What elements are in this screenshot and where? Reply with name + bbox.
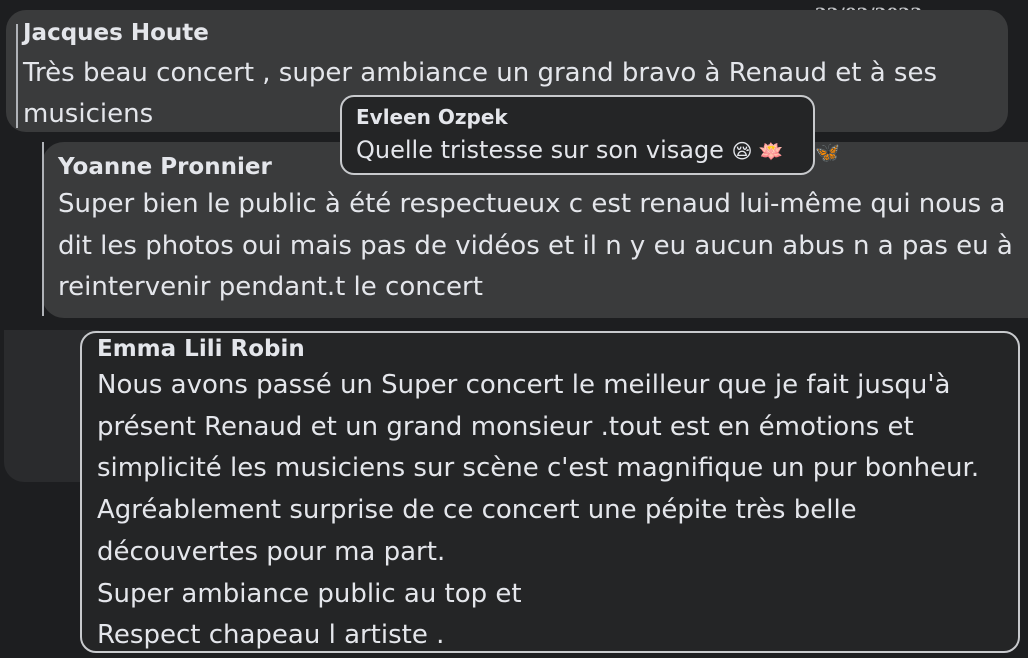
emoji-icons: 😪 🪷 xyxy=(731,139,784,163)
comment-author[interactable]: Evleen Ozpek xyxy=(356,105,508,129)
comment-text: Super bien le public à été respectueux c… xyxy=(58,189,1022,302)
reply-thread-line xyxy=(42,142,44,316)
comment-text-row: Quelle tristesse sur son visage 😪 🪷 xyxy=(356,135,784,166)
comment-author[interactable]: Emma Lili Robin xyxy=(97,336,305,362)
comment-evleen-ozpek: Evleen Ozpek Quelle tristesse sur son vi… xyxy=(340,95,815,175)
comment-author[interactable]: Jacques Houte xyxy=(23,20,209,46)
reply-thread-line xyxy=(16,24,18,128)
comment-text: Nous avons passé un Super concert le mei… xyxy=(97,370,980,651)
comment-text: Quelle tristesse sur son visage xyxy=(356,136,724,164)
comment-emma-lili-robin: Emma Lili Robin Nous avons passé un Supe… xyxy=(80,331,1020,653)
butterfly-emoji-icon: 🦋 xyxy=(815,140,840,164)
comment-author[interactable]: Yoanne Pronnier xyxy=(58,154,272,180)
